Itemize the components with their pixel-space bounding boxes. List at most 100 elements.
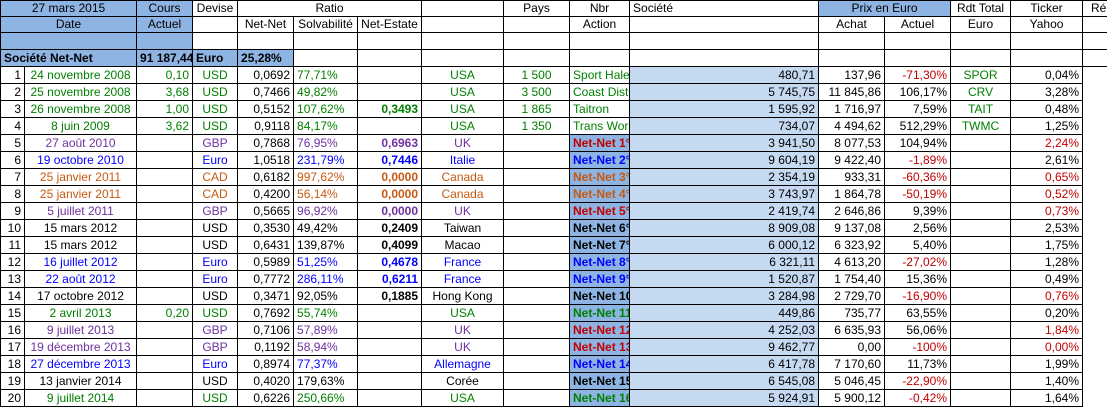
prix-actuel-cell[interactable]: 5 046,45 (818, 372, 886, 390)
pays-cell[interactable]: UK (421, 202, 505, 220)
net-net-ratio-cell[interactable]: 0,7868 (237, 134, 295, 152)
net-net-ratio-cell[interactable]: 0,7106 (237, 321, 295, 339)
date-cell[interactable]: 9 juillet 2014 (23, 389, 138, 407)
net-net-ratio-cell[interactable]: 0,6431 (237, 236, 295, 254)
prix-achat-cell[interactable]: 4 252,03 (629, 321, 820, 339)
rdt-total-cell[interactable]: 9,39% (884, 202, 952, 220)
pays-cell[interactable]: France (421, 253, 505, 271)
spacer-cell[interactable] (237, 32, 295, 50)
cours-cell[interactable] (136, 338, 194, 356)
cours-cell[interactable]: 0,20 (136, 304, 194, 322)
date-cell[interactable]: 27 décembre 2013 (23, 355, 138, 373)
rdt-total-cell[interactable]: 512,29% (884, 117, 952, 135)
row-number-cell[interactable]: 3 (0, 100, 25, 118)
total-blank-cell[interactable] (293, 49, 359, 67)
rdt-total-cell[interactable]: -100% (884, 338, 952, 356)
net-estate-cell[interactable] (357, 117, 423, 135)
ticker-cell[interactable]: TWMC (950, 117, 1012, 135)
rdt-total-cell[interactable]: 106,17% (884, 83, 952, 101)
nbr-action-cell[interactable] (503, 304, 571, 322)
pays-cell[interactable]: UK (421, 338, 505, 356)
cours-cell[interactable] (136, 321, 194, 339)
solvabilite-cell[interactable]: 231,79% (293, 151, 359, 169)
solvabilite-cell[interactable]: 286,11% (293, 270, 359, 288)
solvabilite-cell[interactable]: 997,62% (293, 168, 359, 186)
row-number-cell[interactable]: 10 (0, 219, 25, 237)
cours-cell[interactable] (136, 355, 194, 373)
net-net-ratio-cell[interactable]: 0,4020 (237, 372, 295, 390)
pays-cell[interactable]: USA (421, 304, 505, 322)
societe-cell[interactable]: Net-Net 9° (569, 270, 631, 288)
net-estate-cell[interactable] (357, 83, 423, 101)
pays-cell[interactable]: USA (421, 117, 505, 135)
repartition-cell[interactable]: 3,28% (1010, 83, 1084, 101)
ticker-cell[interactable] (950, 372, 1012, 390)
header-blank6-cell[interactable] (1082, 16, 1107, 33)
net-estate-cell[interactable]: 0,4099 (357, 236, 423, 254)
header-achat-cell[interactable]: Achat (818, 16, 886, 33)
devise-cell[interactable]: GBP (192, 338, 239, 356)
header-net-estate-cell[interactable]: Net-Estate (357, 16, 423, 33)
rdt-total-cell[interactable]: -16,90% (884, 287, 952, 305)
solvabilite-cell[interactable]: 51,25% (293, 253, 359, 271)
pays-cell[interactable]: USA (421, 83, 505, 101)
date-cell[interactable]: 17 octobre 2012 (23, 287, 138, 305)
solvabilite-cell[interactable]: 84,17% (293, 117, 359, 135)
header-pays-cell[interactable]: Pays (503, 0, 571, 17)
date-cell[interactable]: 8 juin 2009 (23, 117, 138, 135)
spacer-cell[interactable] (192, 32, 239, 50)
devise-cell[interactable]: GBP (192, 321, 239, 339)
header-net-net-cell[interactable]: Net-Net (237, 16, 295, 33)
solvabilite-cell[interactable]: 57,89% (293, 321, 359, 339)
ticker-cell[interactable] (950, 236, 1012, 254)
header-date2-cell[interactable]: Date (0, 16, 138, 33)
solvabilite-cell[interactable]: 179,63% (293, 372, 359, 390)
prix-actuel-cell[interactable]: 4 494,62 (818, 117, 886, 135)
nbr-action-cell[interactable] (503, 355, 571, 373)
ticker-cell[interactable]: CRV (950, 83, 1012, 101)
pays-cell[interactable]: Taiwan (421, 219, 505, 237)
cours-cell[interactable]: 3,68 (136, 83, 194, 101)
prix-actuel-cell[interactable]: 1 716,97 (818, 100, 886, 118)
date-cell[interactable]: 19 octobre 2010 (23, 151, 138, 169)
solvabilite-cell[interactable]: 77,37% (293, 355, 359, 373)
net-estate-cell[interactable]: 0,1885 (357, 287, 423, 305)
solvabilite-cell[interactable]: 96,92% (293, 202, 359, 220)
cours-cell[interactable] (136, 151, 194, 169)
row-number-cell[interactable]: 20 (0, 389, 25, 407)
total-blank-cell[interactable] (950, 49, 1012, 67)
date-cell[interactable]: 5 juillet 2011 (23, 202, 138, 220)
ticker-cell[interactable] (950, 355, 1012, 373)
total-label-cell[interactable]: Société Net-Net (0, 49, 138, 67)
repartition-cell[interactable]: 0,48% (1010, 100, 1084, 118)
prix-achat-cell[interactable]: 9 462,77 (629, 338, 820, 356)
prix-actuel-cell[interactable]: 9 422,40 (818, 151, 886, 169)
repartition-cell[interactable]: 1,28% (1010, 253, 1084, 271)
repartition-cell[interactable]: 0,00% (1010, 338, 1084, 356)
net-estate-cell[interactable]: 0,3493 (357, 100, 423, 118)
solvabilite-cell[interactable]: 139,87% (293, 236, 359, 254)
repartition-cell[interactable]: 0,76% (1010, 287, 1084, 305)
nbr-action-cell[interactable] (503, 202, 571, 220)
prix-achat-cell[interactable]: 6 417,78 (629, 355, 820, 373)
repartition-cell[interactable]: 2,61% (1010, 151, 1084, 169)
ticker-cell[interactable] (950, 253, 1012, 271)
repartition-cell[interactable]: 1,75% (1010, 236, 1084, 254)
spacer-cell[interactable] (569, 32, 631, 50)
net-net-ratio-cell[interactable]: 0,1192 (237, 338, 295, 356)
devise-cell[interactable]: USD (192, 100, 239, 118)
row-number-cell[interactable]: 19 (0, 372, 25, 390)
header-blank5-cell[interactable] (629, 16, 820, 33)
pays-cell[interactable]: UK (421, 134, 505, 152)
devise-cell[interactable]: USD (192, 83, 239, 101)
nbr-action-cell[interactable] (503, 321, 571, 339)
repartition-cell[interactable]: 1,64% (1010, 389, 1084, 407)
ticker-cell[interactable] (950, 287, 1012, 305)
rdt-total-cell[interactable]: -1,89% (884, 151, 952, 169)
date-cell[interactable]: 26 novembre 2008 (23, 100, 138, 118)
rdt-total-cell[interactable]: 5,40% (884, 236, 952, 254)
prix-achat-cell[interactable]: 5 745,75 (629, 83, 820, 101)
ticker-cell[interactable] (950, 219, 1012, 237)
societe-cell[interactable]: Net-Net 11° (569, 304, 631, 322)
header-repartition-cell[interactable]: Répartition (1082, 0, 1107, 17)
